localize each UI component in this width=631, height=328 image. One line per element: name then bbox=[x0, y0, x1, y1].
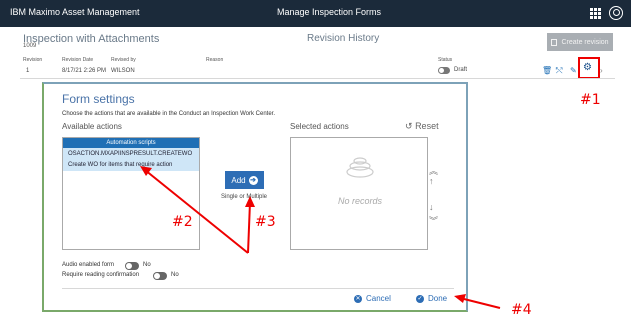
done-label: Done bbox=[428, 294, 448, 303]
reset-icon: ↺ bbox=[405, 121, 413, 131]
duplicate-icon[interactable]: ⤲ bbox=[556, 66, 562, 76]
annotation-1: #1 bbox=[580, 92, 601, 108]
document-icon bbox=[551, 38, 558, 46]
create-revision-label: Create revision bbox=[561, 38, 609, 46]
list-item[interactable]: OSACTION.MXAPIINSPRESULT.CREATEWO bbox=[63, 148, 199, 159]
form-settings-dialog: Form settings Choose the actions that ar… bbox=[42, 82, 468, 312]
available-actions-label: Available actions bbox=[62, 122, 122, 131]
selected-actions-label: Selected actions bbox=[290, 122, 349, 131]
confirm-value: No bbox=[171, 272, 179, 278]
gear-highlight-box bbox=[578, 57, 600, 79]
col-header-revised-by: Revised by bbox=[111, 57, 136, 63]
reset-label: Reset bbox=[415, 121, 439, 131]
record-title: Inspection with Attachments bbox=[23, 33, 160, 45]
no-records-text: No records bbox=[337, 196, 382, 206]
close-icon: ✕ bbox=[354, 294, 362, 303]
move-down-icon[interactable]: ↓ bbox=[429, 202, 434, 212]
annotation-2: #2 bbox=[172, 214, 193, 230]
user-avatar-icon[interactable] bbox=[609, 6, 623, 20]
col-header-reason: Reason bbox=[206, 57, 224, 63]
single-multiple-label: Single or Multiple bbox=[221, 194, 268, 200]
cell-revised-by: WILSON bbox=[111, 68, 135, 74]
more-icon[interactable]: › bbox=[600, 66, 603, 75]
col-header-date: Revision Date bbox=[62, 57, 94, 63]
status-toggle[interactable] bbox=[438, 67, 450, 74]
add-button[interactable]: Add ➔ bbox=[225, 171, 264, 189]
empty-stack-icon bbox=[346, 157, 374, 178]
cell-date: 8/17/21 2:26 PM bbox=[62, 68, 107, 74]
dialog-description: Choose the actions that are available in… bbox=[62, 111, 276, 117]
arrow-right-icon: ➔ bbox=[248, 175, 258, 185]
available-actions-header: Automation scripts bbox=[63, 138, 199, 148]
cell-status: Draft bbox=[454, 67, 468, 73]
record-id: 1009 bbox=[23, 43, 37, 49]
app-brand: IBM Maximo Asset Management bbox=[10, 7, 140, 17]
dialog-footer-divider bbox=[62, 288, 454, 289]
col-header-status: Status bbox=[438, 57, 453, 63]
add-label: Add bbox=[231, 175, 246, 185]
list-item[interactable]: Create WO for items that require action bbox=[63, 159, 199, 171]
annotation-4: #4 bbox=[511, 302, 532, 318]
move-bottom-icon[interactable]: ︾ bbox=[429, 214, 438, 227]
cancel-button[interactable]: ✕ Cancel bbox=[354, 294, 391, 303]
dialog-title: Form settings bbox=[62, 92, 135, 106]
create-revision-button[interactable]: Create revision bbox=[547, 33, 613, 51]
confirm-label: Require reading confirmation bbox=[62, 272, 140, 278]
audio-value: No bbox=[143, 262, 151, 268]
confirm-toggle[interactable] bbox=[153, 272, 167, 280]
app-grid-icon[interactable] bbox=[590, 8, 602, 20]
top-bar: IBM Maximo Asset Management Manage Inspe… bbox=[0, 0, 631, 27]
cancel-label: Cancel bbox=[366, 294, 391, 303]
check-icon: ✓ bbox=[416, 294, 424, 303]
section-title: Revision History bbox=[307, 33, 380, 44]
col-header-revision: Revision bbox=[23, 57, 43, 63]
reset-button[interactable]: ↺ Reset bbox=[405, 121, 439, 132]
audio-label: Audio enabled form bbox=[62, 262, 115, 268]
row-divider bbox=[20, 78, 615, 79]
available-actions-list: Automation scripts OSACTION.MXAPIINSPRES… bbox=[62, 137, 200, 250]
audio-toggle[interactable] bbox=[125, 262, 139, 270]
selected-actions-list: No records bbox=[290, 137, 428, 250]
move-up-icon[interactable]: ↑ bbox=[429, 176, 434, 186]
app-title: Manage Inspection Forms bbox=[277, 7, 382, 17]
cell-revision: 1 bbox=[26, 68, 30, 74]
edit-icon[interactable]: ✎ bbox=[570, 66, 577, 75]
annotation-3: #3 bbox=[255, 214, 276, 230]
delete-icon[interactable]: 🗑 bbox=[542, 66, 552, 75]
done-button[interactable]: ✓ Done bbox=[416, 294, 447, 303]
